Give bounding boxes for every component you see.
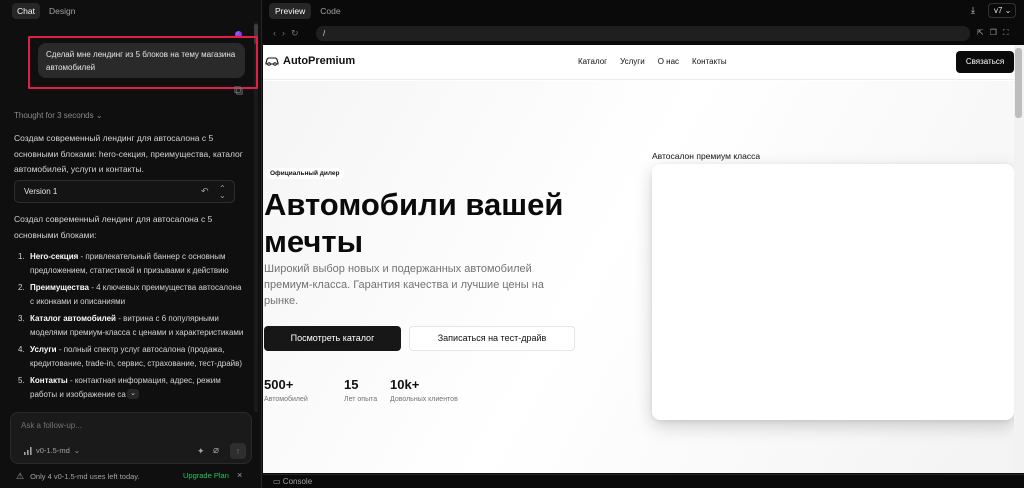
nav-services[interactable]: Услуги: [620, 57, 645, 66]
scroll-down-icon[interactable]: ⌄: [127, 389, 139, 399]
back-icon[interactable]: ‹: [273, 28, 276, 39]
preview-toolbar: ⇱ ❐ ⛶: [977, 28, 1008, 38]
duplicate-icon[interactable]: ❐: [990, 28, 997, 38]
card-label: Автосалон премиум класса: [652, 151, 761, 161]
fullscreen-icon[interactable]: ⛶: [1003, 28, 1009, 38]
nav-contacts[interactable]: Контакты: [692, 57, 727, 66]
forward-icon[interactable]: ›: [282, 28, 285, 39]
chat-panel: Chat Design Сделай мне лендинг из 5 блок…: [0, 0, 262, 488]
chevron-down-icon: ⌄: [95, 111, 103, 120]
model-selector[interactable]: v0-1.5-md ⌄: [24, 446, 80, 455]
url-bar[interactable]: /: [316, 26, 970, 41]
view-catalog-button[interactable]: Посмотреть каталог: [264, 326, 401, 351]
warning-icon: ⚠: [16, 470, 25, 481]
chevron-down-icon: ⌄: [73, 446, 81, 455]
nav-catalog[interactable]: Каталог: [578, 57, 607, 66]
site-preview: AutoPremium Каталог Услуги О нас Контакт…: [263, 45, 1014, 473]
chat-tabs: Chat Design: [12, 3, 80, 19]
tab-preview[interactable]: Preview: [269, 3, 312, 19]
list-item: 2. Преимущества - 4 ключевых преимущества…: [18, 283, 242, 306]
close-icon[interactable]: ×: [237, 470, 242, 480]
site-header: AutoPremium Каталог Услуги О нас Контакт…: [263, 45, 1014, 80]
tab-design[interactable]: Design: [44, 3, 80, 19]
copy-icon[interactable]: [234, 86, 243, 95]
preview-scrollbar-thumb[interactable]: [1015, 48, 1022, 118]
feature-list: 1. Hero-секция - привлекательный баннер с…: [18, 250, 246, 405]
stat-clients: 10k+ Довольных клиентов: [390, 377, 458, 403]
version-selector[interactable]: v7 ⌄: [988, 3, 1016, 18]
download-icon[interactable]: ⤓: [971, 5, 975, 16]
contact-button[interactable]: Связаться: [956, 51, 1014, 73]
preview-panel: Preview Code ⤓ v7 ⌄ ‹ › ↻ / ⇱ ❐ ⛶ AutoPr…: [263, 0, 1024, 488]
cursor-icon[interactable]: ⇱: [977, 28, 984, 38]
list-item: 1. Hero-секция - привлекательный баннер с…: [18, 252, 229, 275]
composer: Ask a follow-up... v0-1.5-md ⌄ ✦ ⌀ ↑: [10, 412, 252, 464]
preview-tabs: Preview Code: [269, 3, 347, 19]
test-drive-button[interactable]: Записаться на тест-драйв: [409, 326, 575, 351]
browser-nav: ‹ › ↻: [273, 28, 299, 39]
paperclip-icon[interactable]: ⌀: [213, 445, 219, 456]
console-label: Console: [282, 477, 313, 486]
thought-toggle[interactable]: Thought for 3 seconds ⌄: [14, 111, 103, 120]
version-label: Version 1: [24, 187, 58, 196]
upgrade-plan-link[interactable]: Upgrade Plan: [183, 471, 229, 480]
hero-title: Автомобили вашей мечты: [264, 187, 564, 259]
send-button[interactable]: ↑: [230, 443, 246, 459]
car-icon: [265, 57, 279, 66]
usage-text: Only 4 v0-1.5-md uses left today.: [30, 471, 140, 481]
assistant-summary: Создал современный лендинг для автосалон…: [14, 214, 213, 240]
highlight-annotation: [28, 36, 258, 89]
refresh-icon[interactable]: ↻: [291, 28, 299, 39]
undo-icon[interactable]: ↶: [201, 186, 209, 197]
nav-about[interactable]: О нас: [658, 57, 679, 66]
app-window: Chat Design Сделай мне лендинг из 5 блок…: [0, 0, 1024, 488]
site-nav: Каталог Услуги О нас Контакты: [578, 57, 727, 66]
chevron-updown-icon[interactable]: ⌃ ⌄: [219, 185, 226, 200]
signal-bars-icon: [24, 446, 32, 455]
console-icon: ▭: [273, 477, 281, 486]
stat-cars: 500+ Автомобилей: [264, 377, 308, 403]
brand-logo[interactable]: AutoPremium: [283, 55, 355, 67]
console-bar[interactable]: ▭ Console: [263, 474, 1024, 488]
sparkle-icon[interactable]: ✦: [197, 446, 205, 457]
assistant-intro: Создам современный лендинг для автосалон…: [14, 133, 243, 174]
usage-banner: ⚠ Only 4 v0-1.5-md uses left today. Upgr…: [10, 466, 252, 486]
version-card[interactable]: Version 1 ↶ ⌃ ⌄: [14, 180, 235, 203]
dealer-badge: Официальный дилер: [266, 168, 344, 179]
stat-years: 15 Лет опыта: [344, 377, 378, 403]
tab-code[interactable]: Code: [314, 3, 346, 19]
list-item: 3. Каталог автомобилей - витрина с 6 попу…: [18, 314, 244, 337]
list-item: 4. Услуги - полный спектр услуг автосалон…: [18, 345, 243, 368]
tab-chat[interactable]: Chat: [12, 3, 40, 19]
hero-image-card: [652, 164, 1014, 420]
model-name: v0-1.5-md: [36, 446, 70, 455]
thought-label: Thought for 3 seconds: [14, 111, 94, 120]
followup-input[interactable]: Ask a follow-up...: [21, 421, 82, 430]
hero-subtitle: Широкий выбор новых и подержанных автомо…: [264, 263, 544, 307]
